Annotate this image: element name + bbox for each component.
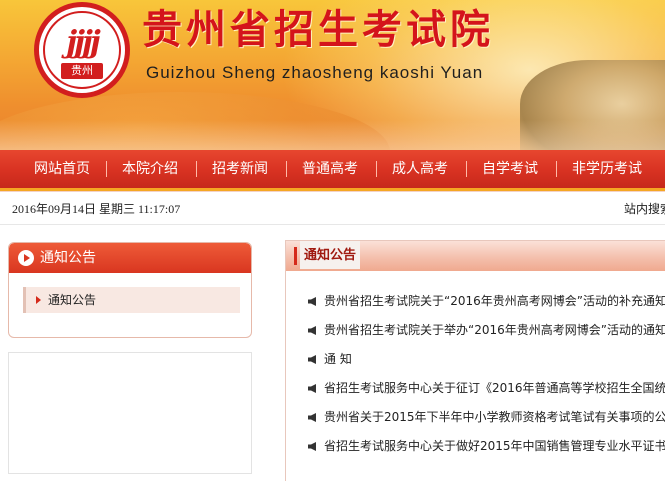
speaker-icon (308, 384, 316, 393)
main-panel-header: 通知公告 (286, 241, 665, 271)
speaker-icon (308, 355, 316, 364)
news-item-link[interactable]: 省招生考试服务中心关于做好2015年中国销售管理专业水平证书考试 (324, 439, 665, 453)
arrow-circle-icon (18, 250, 34, 266)
nav-separator (466, 161, 467, 177)
nav-separator (286, 161, 287, 177)
header-accent-bar (294, 247, 297, 265)
nav-separator (556, 161, 557, 177)
nav-separator (376, 161, 377, 177)
header-banner: jjjj 贵州 贵州省招生考试院 Guizhou Sheng zhaosheng… (0, 0, 665, 150)
site-title: 贵州省招生考试院 (142, 6, 494, 53)
sidebar-title: 通知公告 (40, 250, 96, 266)
sidebar-header: 通知公告 (9, 243, 251, 273)
logo-tag: 贵州 (61, 63, 103, 79)
site-subtitle: Guizhou Sheng zhaosheng kaoshi Yuan (146, 63, 484, 82)
speaker-icon (308, 297, 316, 306)
news-item[interactable]: 贵州省招生考试院关于举办“2016年贵州高考网博会”活动的通知 (308, 316, 665, 345)
nav-separator (106, 161, 107, 177)
nav-separator (196, 161, 197, 177)
news-item-link[interactable]: 省招生考试服务中心关于征订《2016年普通高等学校招生全国统一考试 (324, 381, 665, 395)
nav-item-home[interactable]: 网站首页 (34, 150, 90, 188)
current-datetime: 2016年09月14日 星期三 11:17:07 (12, 202, 181, 216)
site-logo[interactable]: jjjj 贵州 (34, 2, 130, 98)
news-list: 贵州省招生考试院关于“2016年贵州高考网博会”活动的补充通知 贵州省招生考试院… (308, 287, 665, 461)
news-item-link[interactable]: 通 知 (324, 352, 352, 366)
news-item[interactable]: 省招生考试服务中心关于征订《2016年普通高等学校招生全国统一考试 (308, 374, 665, 403)
sidebar-secondary-box (8, 352, 252, 474)
news-item-link[interactable]: 贵州省招生考试院关于举办“2016年贵州高考网博会”活动的通知 (324, 323, 665, 337)
site-search-label[interactable]: 站内搜索 (624, 200, 665, 217)
nav-item-gaokao[interactable]: 普通高考 (302, 150, 358, 188)
news-item[interactable]: 贵州省招生考试院关于“2016年贵州高考网博会”活动的补充通知 (308, 287, 665, 316)
news-item-link[interactable]: 贵州省关于2015年下半年中小学教师资格考试笔试有关事项的公告 (324, 410, 665, 424)
nav-item-adult-exam[interactable]: 成人高考 (392, 150, 448, 188)
info-bar: 2016年09月14日 星期三 11:17:07 站内搜索 (0, 191, 665, 225)
sidebar-item-notices[interactable]: 通知公告 (23, 287, 240, 313)
nav-item-about[interactable]: 本院介绍 (122, 150, 178, 188)
sidebar-notice-box: 通知公告 通知公告 (8, 242, 252, 338)
banner-mist (0, 120, 665, 150)
main-panel-title: 通知公告 (300, 241, 361, 269)
sidebar-item-label: 通知公告 (48, 293, 97, 307)
nav-item-news[interactable]: 招考新闻 (212, 150, 268, 188)
main-notice-panel: 通知公告 贵州省招生考试院关于“2016年贵州高考网博会”活动的补充通知 贵州省… (285, 240, 665, 481)
speaker-icon (308, 326, 316, 335)
news-item[interactable]: 省招生考试服务中心关于做好2015年中国销售管理专业水平证书考试 (308, 432, 665, 461)
logo-mark: jjjj (66, 25, 100, 60)
nav-item-non-degree[interactable]: 非学历考试 (572, 150, 642, 188)
news-item[interactable]: 贵州省关于2015年下半年中小学教师资格考试笔试有关事项的公告 (308, 403, 665, 432)
main-nav: 网站首页 本院介绍 招考新闻 普通高考 成人高考 自学考试 非学历考试 (0, 150, 665, 191)
news-item[interactable]: 通 知 (308, 345, 665, 374)
nav-item-self-study[interactable]: 自学考试 (482, 150, 538, 188)
news-item-link[interactable]: 贵州省招生考试院关于“2016年贵州高考网博会”活动的补充通知 (324, 294, 665, 308)
speaker-icon (308, 413, 316, 422)
triangle-bullet-icon (36, 296, 41, 304)
speaker-icon (308, 442, 316, 451)
